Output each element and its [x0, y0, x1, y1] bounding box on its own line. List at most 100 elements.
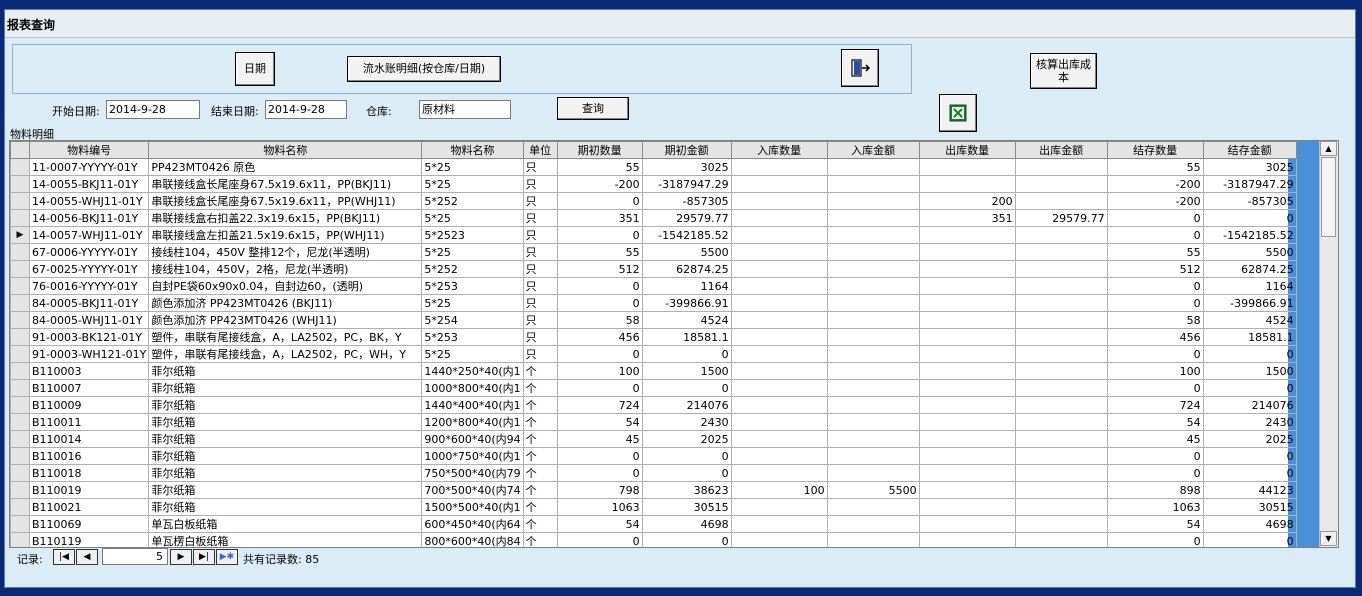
table-cell[interactable]: 单瓦白板纸箱 — [148, 515, 423, 533]
column-header[interactable]: 结存数量 — [1106, 141, 1204, 159]
table-cell[interactable]: 5*253 — [421, 328, 524, 346]
table-cell[interactable] — [826, 532, 920, 547]
table-cell[interactable]: 颜色添加济 PP423MT0426 (BKJ11) — [148, 294, 423, 312]
table-cell[interactable]: 只 — [522, 260, 558, 278]
table-cell[interactable] — [918, 311, 1016, 329]
table-cell[interactable]: 0 — [1202, 379, 1297, 397]
table-cell[interactable]: 54 — [556, 413, 643, 431]
table-cell[interactable] — [1014, 158, 1108, 176]
table-cell[interactable]: 45 — [1106, 430, 1204, 448]
column-header[interactable]: 入库数量 — [730, 141, 828, 159]
table-cell[interactable]: 菲尔纸箱 — [148, 481, 423, 499]
excel-export-button[interactable] — [939, 94, 977, 132]
table-cell[interactable]: 1500*500*40(内1 — [421, 498, 524, 516]
column-header[interactable]: 物料名称 — [421, 141, 524, 159]
table-cell[interactable]: -857305 — [1202, 192, 1297, 210]
vertical-scrollbar[interactable]: ▲ ▼ — [1319, 141, 1338, 547]
table-cell[interactable] — [1014, 498, 1108, 516]
table-cell[interactable] — [918, 226, 1016, 244]
table-cell[interactable]: 个 — [522, 447, 558, 465]
table-cell[interactable]: 3025 — [641, 158, 732, 176]
table-cell[interactable] — [918, 294, 1016, 312]
table-cell[interactable]: 58 — [1106, 311, 1204, 329]
table-cell[interactable]: 0 — [1106, 345, 1204, 363]
table-cell[interactable] — [730, 413, 828, 431]
table-cell[interactable]: 塑件，串联有尾接线盒，A，LA2502，PC，WH，Y — [148, 345, 423, 363]
table-cell[interactable]: 62874.25 — [641, 260, 732, 278]
table-cell[interactable]: 菲尔纸箱 — [148, 464, 423, 482]
table-cell[interactable]: 0 — [641, 532, 732, 547]
table-cell[interactable]: 5*25 — [421, 158, 524, 176]
table-cell[interactable] — [826, 515, 920, 533]
table-cell[interactable]: 颜色添加济 PP423MT0426 (WHJ11) — [148, 311, 423, 329]
row-selector[interactable] — [10, 396, 30, 414]
table-cell[interactable]: 菲尔纸箱 — [148, 498, 423, 516]
table-row[interactable]: 67-0006-YYYYY-01Y 接线柱104，450V 整排12个，尼龙(半透… — [10, 243, 1297, 261]
table-cell[interactable]: 29579.77 — [1014, 209, 1108, 227]
row-selector[interactable] — [10, 498, 30, 516]
column-header[interactable]: 单位 — [522, 141, 558, 159]
table-cell[interactable] — [826, 209, 920, 227]
table-cell[interactable]: B110069 — [28, 515, 150, 533]
table-cell[interactable]: 2430 — [641, 413, 732, 431]
table-cell[interactable]: 38623 — [641, 481, 732, 499]
table-cell[interactable]: 菲尔纸箱 — [148, 447, 423, 465]
table-cell[interactable]: 只 — [522, 311, 558, 329]
table-cell[interactable] — [918, 158, 1016, 176]
table-cell[interactable] — [730, 243, 828, 261]
table-cell[interactable]: 214076 — [1202, 396, 1297, 414]
table-cell[interactable]: B110011 — [28, 413, 150, 431]
table-cell[interactable] — [918, 532, 1016, 547]
last-record-button[interactable]: ▶| — [193, 549, 215, 565]
table-cell[interactable]: 67-0006-YYYYY-01Y — [28, 243, 150, 261]
table-cell[interactable]: 200 — [918, 192, 1016, 210]
row-selector[interactable] — [10, 158, 30, 176]
table-row[interactable]: B110019 菲尔纸箱 700*500*40(内74 个 798 38623 100 550… — [10, 481, 1297, 499]
table-cell[interactable] — [730, 532, 828, 547]
table-cell[interactable]: 29579.77 — [641, 209, 732, 227]
table-row[interactable]: 84-0005-WHJ11-01Y 颜色添加济 PP423MT0426 (WHJ1… — [10, 311, 1297, 329]
warehouse-field[interactable]: 原材料 — [419, 100, 511, 119]
table-cell[interactable] — [1014, 345, 1108, 363]
table-cell[interactable]: 67-0025-YYYYY-01Y — [28, 260, 150, 278]
table-cell[interactable]: B110014 — [28, 430, 150, 448]
table-cell[interactable] — [730, 209, 828, 227]
table-cell[interactable]: 5*252 — [421, 260, 524, 278]
table-cell[interactable] — [826, 328, 920, 346]
table-row[interactable]: B110011 菲尔纸箱 1200*800*40(内1 个 54 2430 54 2430 — [10, 413, 1297, 431]
table-cell[interactable]: 91-0003-BK121-01Y — [28, 328, 150, 346]
table-cell[interactable]: 1500 — [1202, 362, 1297, 380]
column-header[interactable]: 结存金额 — [1202, 141, 1297, 159]
table-cell[interactable]: 84-0005-BKJ11-01Y — [28, 294, 150, 312]
table-cell[interactable] — [1014, 413, 1108, 431]
table-cell[interactable]: 58 — [556, 311, 643, 329]
table-cell[interactable]: 14-0055-WHJ11-01Y — [28, 192, 150, 210]
row-selector[interactable] — [10, 277, 30, 295]
table-cell[interactable]: 2430 — [1202, 413, 1297, 431]
previous-record-button[interactable]: ◀ — [76, 549, 98, 565]
table-cell[interactable]: 1000*800*40(内1 — [421, 379, 524, 397]
table-cell[interactable]: 个 — [522, 362, 558, 380]
scroll-up-button[interactable]: ▲ — [1320, 141, 1337, 156]
table-cell[interactable]: 0 — [556, 379, 643, 397]
table-cell[interactable]: 0 — [1106, 379, 1204, 397]
table-row[interactable]: B110016 菲尔纸箱 1000*750*40(内1 个 0 0 0 0 — [10, 447, 1297, 465]
row-selector[interactable] — [10, 243, 30, 261]
table-cell[interactable] — [730, 158, 828, 176]
table-cell[interactable]: 0 — [556, 277, 643, 295]
table-row[interactable]: B110014 菲尔纸箱 900*600*40(内94 个 45 2025 45 2025 — [10, 430, 1297, 448]
table-cell[interactable]: 84-0005-WHJ11-01Y — [28, 311, 150, 329]
table-cell[interactable] — [826, 192, 920, 210]
table-cell[interactable]: B110018 — [28, 464, 150, 482]
row-selector[interactable] — [10, 175, 30, 193]
table-cell[interactable]: 接线柱104，450V 整排12个，尼龙(半透明) — [148, 243, 423, 261]
column-header[interactable]: 期初数量 — [556, 141, 643, 159]
table-cell[interactable]: 55 — [1106, 243, 1204, 261]
table-row[interactable]: 11-0007-YYYYY-01Y PP423MT0426 原色 5*25 只 55 30… — [10, 158, 1297, 176]
table-cell[interactable] — [918, 515, 1016, 533]
table-cell[interactable]: 菲尔纸箱 — [148, 430, 423, 448]
table-cell[interactable]: 个 — [522, 379, 558, 397]
table-cell[interactable] — [918, 345, 1016, 363]
row-selector[interactable] — [10, 515, 30, 533]
table-cell[interactable]: -200 — [556, 175, 643, 193]
